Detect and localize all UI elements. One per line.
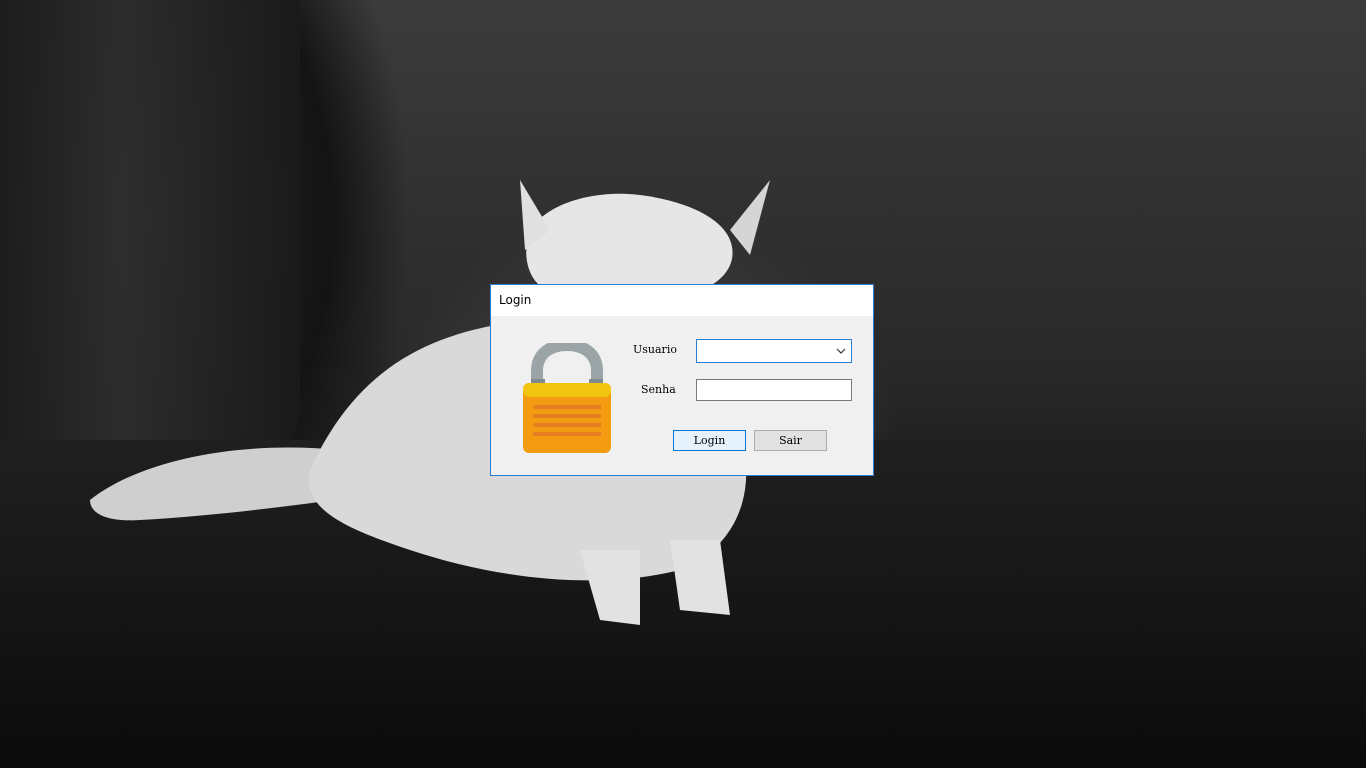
window-title: Login: [499, 293, 532, 307]
login-window: Login Usuario Senha Login Sair: [490, 284, 874, 476]
user-combobox[interactable]: [696, 339, 852, 363]
padlock-icon: [523, 343, 611, 453]
window-titlebar[interactable]: Login: [491, 285, 873, 316]
login-button[interactable]: Login: [673, 430, 746, 451]
password-field[interactable]: [696, 379, 852, 401]
chevron-down-icon[interactable]: [835, 344, 847, 358]
password-label: Senha: [641, 383, 676, 396]
user-label: Usuario: [633, 343, 677, 356]
exit-button[interactable]: Sair: [754, 430, 827, 451]
